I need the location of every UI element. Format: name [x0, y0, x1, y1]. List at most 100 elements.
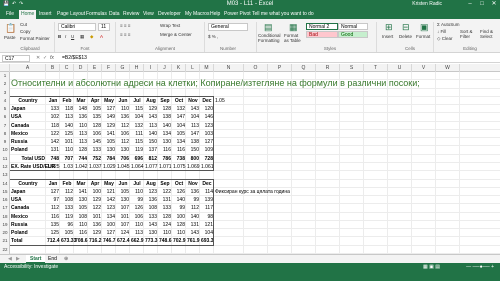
number-format-select[interactable]: General — [208, 23, 248, 31]
row-header[interactable]: 20 — [0, 229, 10, 237]
format-as-table-button[interactable]: Format as Table — [284, 33, 304, 43]
insert-function-button[interactable]: fx — [50, 55, 54, 62]
column-header[interactable]: Q — [292, 64, 316, 72]
row-header[interactable]: 3 — [0, 89, 10, 97]
next-sheet-icon[interactable]: ▶ — [12, 255, 24, 263]
row-header[interactable]: 6 — [0, 113, 10, 121]
row-header[interactable]: 11 — [0, 155, 10, 163]
row-header[interactable]: 9 — [0, 138, 10, 146]
insert-cells-button[interactable]: Insert — [382, 34, 393, 40]
column-header[interactable]: G — [116, 64, 130, 72]
row-header[interactable]: 18 — [0, 213, 10, 221]
column-header[interactable]: P — [268, 64, 292, 72]
tab-formulas[interactable]: Formulas — [84, 10, 109, 19]
column-header[interactable]: W — [436, 64, 460, 72]
row-header[interactable]: 4 — [0, 97, 10, 105]
delete-cells-button[interactable]: Delete — [399, 34, 412, 40]
percent-icon[interactable]: $ % , — [208, 34, 218, 40]
style-normal[interactable]: Normal — [338, 23, 368, 30]
font-size-select[interactable]: 11 — [98, 23, 110, 31]
row-header[interactable]: 13 — [0, 171, 10, 179]
delete-cells-icon[interactable]: ⊟ — [402, 22, 410, 32]
format-as-table-icon[interactable]: ▦ — [289, 22, 298, 32]
rate-input-cell[interactable]: 1.05 — [214, 97, 244, 105]
column-header[interactable]: A — [10, 64, 46, 72]
column-header[interactable]: H — [130, 64, 144, 72]
fill-button[interactable]: ↓ Fill — [437, 29, 446, 35]
user-name[interactable]: Kristen Radic — [412, 1, 442, 8]
tab-help[interactable]: Help — [208, 10, 222, 19]
align-left-icon[interactable]: ≡ ≡ ≡ — [120, 32, 130, 38]
style-bad[interactable]: Bad — [306, 31, 338, 38]
format-painter-button[interactable]: Format Painter — [20, 36, 50, 42]
column-header[interactable]: L — [186, 64, 200, 72]
tab-file[interactable]: File — [4, 10, 16, 19]
cancel-icon[interactable]: ✕ — [36, 55, 40, 62]
column-header[interactable]: I — [144, 64, 158, 72]
find-select-button[interactable]: Find & Select — [480, 29, 498, 39]
row-header[interactable]: 19 — [0, 221, 10, 229]
tab-review[interactable]: Review — [121, 10, 141, 19]
worksheet-grid[interactable]: Country Jan Feb Mar Apr May Jun Jul Aug Sep Oct Nov… — [10, 72, 500, 254]
maximize-button[interactable]: □ — [476, 0, 488, 9]
row-header[interactable]: 21 — [0, 237, 10, 245]
sort-filter-button[interactable]: Sort & Filter — [460, 29, 478, 39]
tab-home[interactable]: Home — [19, 10, 37, 19]
row-header[interactable]: 8 — [0, 130, 10, 138]
sheet-tab-start[interactable]: Start — [26, 255, 46, 263]
formula-input[interactable]: =B2/$E$13 — [62, 55, 87, 62]
add-sheet-icon[interactable]: ⊕ — [60, 255, 72, 263]
align-top-icon[interactable]: ≡ ≡ ≡ — [120, 23, 130, 29]
column-header[interactable]: O — [244, 64, 268, 72]
column-header[interactable]: C — [60, 64, 74, 72]
sheet-heading[interactable]: Относителни и абсолютни адреси на клетки… — [11, 78, 420, 89]
format-cells-icon[interactable]: ▣ — [420, 22, 429, 32]
italic-button[interactable]: I — [65, 34, 66, 40]
column-header[interactable]: N — [214, 64, 244, 72]
row-header[interactable]: 17 — [0, 204, 10, 212]
font-color-icon[interactable]: A — [100, 34, 103, 40]
row-header[interactable]: 10 — [0, 146, 10, 154]
close-button[interactable]: ✕ — [488, 0, 500, 9]
row-header[interactable]: 5 — [0, 105, 10, 113]
row-header[interactable]: 22 — [0, 246, 10, 254]
style-normal-2[interactable]: Normal 2 — [306, 23, 338, 30]
paste-icon[interactable]: 📋 — [5, 23, 16, 33]
zoom-slider[interactable]: — ──●── + — [466, 264, 494, 271]
row-header[interactable]: 14 — [0, 180, 10, 188]
style-good[interactable]: Good — [338, 31, 368, 38]
column-header[interactable]: T — [364, 64, 388, 72]
sheet-tab-end[interactable]: End — [44, 255, 61, 263]
note-cell[interactable]: Фиксиран курс за цялата година — [214, 188, 290, 196]
borders-icon[interactable]: ▦ — [80, 34, 84, 40]
column-header[interactable]: F — [102, 64, 116, 72]
column-header[interactable]: M — [200, 64, 214, 72]
row-header[interactable]: 15 — [0, 188, 10, 196]
clear-button[interactable]: ◇ Clear — [437, 36, 452, 42]
name-box[interactable]: C17 — [2, 55, 30, 62]
underline-button[interactable]: U — [71, 34, 74, 40]
copy-button[interactable]: Copy — [20, 29, 31, 35]
merge-center-button[interactable]: Merge & Center — [160, 32, 192, 38]
accessibility-status[interactable]: Accessibility: Investigate — [4, 264, 58, 271]
enter-icon[interactable]: ✓ — [43, 55, 47, 62]
tab-power-pivot[interactable]: Power Pivot — [222, 10, 253, 19]
tab-view[interactable]: View — [141, 10, 156, 19]
tab-data[interactable]: Data — [107, 10, 122, 19]
insert-cells-icon[interactable]: ⊞ — [385, 22, 393, 32]
row-header[interactable]: 16 — [0, 196, 10, 204]
cut-button[interactable]: Cut — [20, 22, 27, 28]
column-header[interactable]: U — [388, 64, 412, 72]
row-header[interactable]: 7 — [0, 122, 10, 130]
tab-insert[interactable]: Insert — [37, 10, 54, 19]
wrap-text-button[interactable]: Wrap Text — [160, 23, 180, 29]
fill-color-icon[interactable]: ◆ — [90, 34, 93, 40]
conditional-formatting-icon[interactable]: ▤ — [264, 22, 273, 32]
bold-button[interactable]: B — [58, 34, 61, 40]
normal-view-icon[interactable]: ▦ ▣ ▤ — [423, 264, 440, 271]
row-header[interactable]: 2 — [0, 80, 10, 88]
conditional-formatting-button[interactable]: Conditional Formatting — [258, 33, 282, 43]
select-all-corner[interactable] — [0, 64, 10, 72]
column-header[interactable]: D — [74, 64, 88, 72]
column-header[interactable]: V — [412, 64, 436, 72]
